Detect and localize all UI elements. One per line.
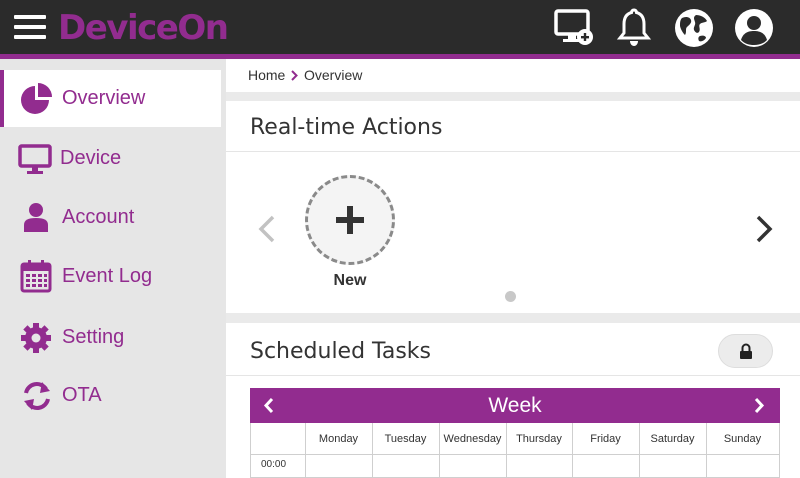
top-bar: DeviceOn <box>0 0 800 54</box>
day-header-wednesday: Wednesday <box>443 433 502 445</box>
new-action-button[interactable] <box>305 175 395 265</box>
person-icon <box>24 203 48 232</box>
bell-icon[interactable] <box>612 6 656 50</box>
pie-chart-icon <box>21 83 52 114</box>
grid-line <box>305 423 306 478</box>
sidebar-item-label: Device <box>60 147 122 169</box>
calendar-next-icon[interactable] <box>746 388 776 423</box>
breadcrumb: Home Overview <box>226 59 800 92</box>
day-header-thursday: Thursday <box>516 433 562 445</box>
plus-icon <box>336 206 364 234</box>
next-arrow-icon[interactable] <box>755 215 773 243</box>
day-header-monday: Monday <box>318 433 359 445</box>
sidebar-item-label: OTA <box>62 384 102 406</box>
sidebar-item-account[interactable]: Account <box>0 189 221 246</box>
grid-line <box>372 423 373 478</box>
calendar-header: Week <box>250 388 780 423</box>
chevron-right-icon <box>291 70 298 81</box>
user-icon[interactable] <box>732 6 776 50</box>
sidebar-item-label: Overview <box>62 87 146 109</box>
grid-line <box>572 423 573 478</box>
grid-line <box>706 423 707 478</box>
grid-line <box>251 454 779 455</box>
brand-logo: DeviceOn <box>58 8 229 48</box>
time-label: 00:00 <box>261 459 287 470</box>
prev-arrow-icon[interactable] <box>258 215 276 243</box>
divider <box>226 375 800 376</box>
calendar-icon <box>20 260 52 293</box>
add-device-icon[interactable] <box>552 6 596 50</box>
divider <box>226 151 800 152</box>
grid-line <box>506 423 507 478</box>
breadcrumb-home[interactable]: Home <box>248 67 285 83</box>
sidebar-item-label: Event Log <box>62 265 153 287</box>
calendar-title: Week <box>488 394 542 417</box>
lock-icon <box>740 343 752 359</box>
sidebar-item-ota[interactable]: OTA <box>0 367 221 424</box>
panel-title: Real-time Actions <box>250 115 443 140</box>
day-header-tuesday: Tuesday <box>384 433 427 445</box>
lock-button[interactable] <box>718 334 773 368</box>
scheduled-tasks-panel: Scheduled Tasks Week Monday Tuesday Wedn… <box>226 323 800 478</box>
sidebar: Overview Device Account Event Log Settin… <box>0 59 226 478</box>
grid-line <box>439 423 440 478</box>
menu-icon[interactable] <box>14 15 46 41</box>
new-action-label: New <box>333 272 367 289</box>
sidebar-item-overview[interactable]: Overview <box>0 70 221 127</box>
carousel-dot[interactable] <box>505 291 516 302</box>
sidebar-item-event-log[interactable]: Event Log <box>0 248 221 305</box>
sidebar-item-device[interactable]: Device <box>0 130 221 187</box>
day-header-saturday: Saturday <box>650 433 695 445</box>
refresh-icon <box>24 382 50 410</box>
sidebar-item-setting[interactable]: Setting <box>0 309 221 366</box>
day-header-sunday: Sunday <box>723 433 762 445</box>
monitor-icon <box>18 144 52 174</box>
calendar-grid: Monday Tuesday Wednesday Thursday Friday… <box>250 423 780 478</box>
realtime-actions-panel: Real-time Actions New <box>226 101 800 313</box>
sidebar-item-label: Setting <box>62 326 125 348</box>
globe-icon[interactable] <box>672 6 716 50</box>
panel-title: Scheduled Tasks <box>250 339 431 364</box>
sidebar-item-label: Account <box>62 206 135 228</box>
gear-icon <box>21 323 51 353</box>
day-header-friday: Friday <box>590 433 621 445</box>
grid-line <box>639 423 640 478</box>
breadcrumb-current: Overview <box>304 67 363 83</box>
